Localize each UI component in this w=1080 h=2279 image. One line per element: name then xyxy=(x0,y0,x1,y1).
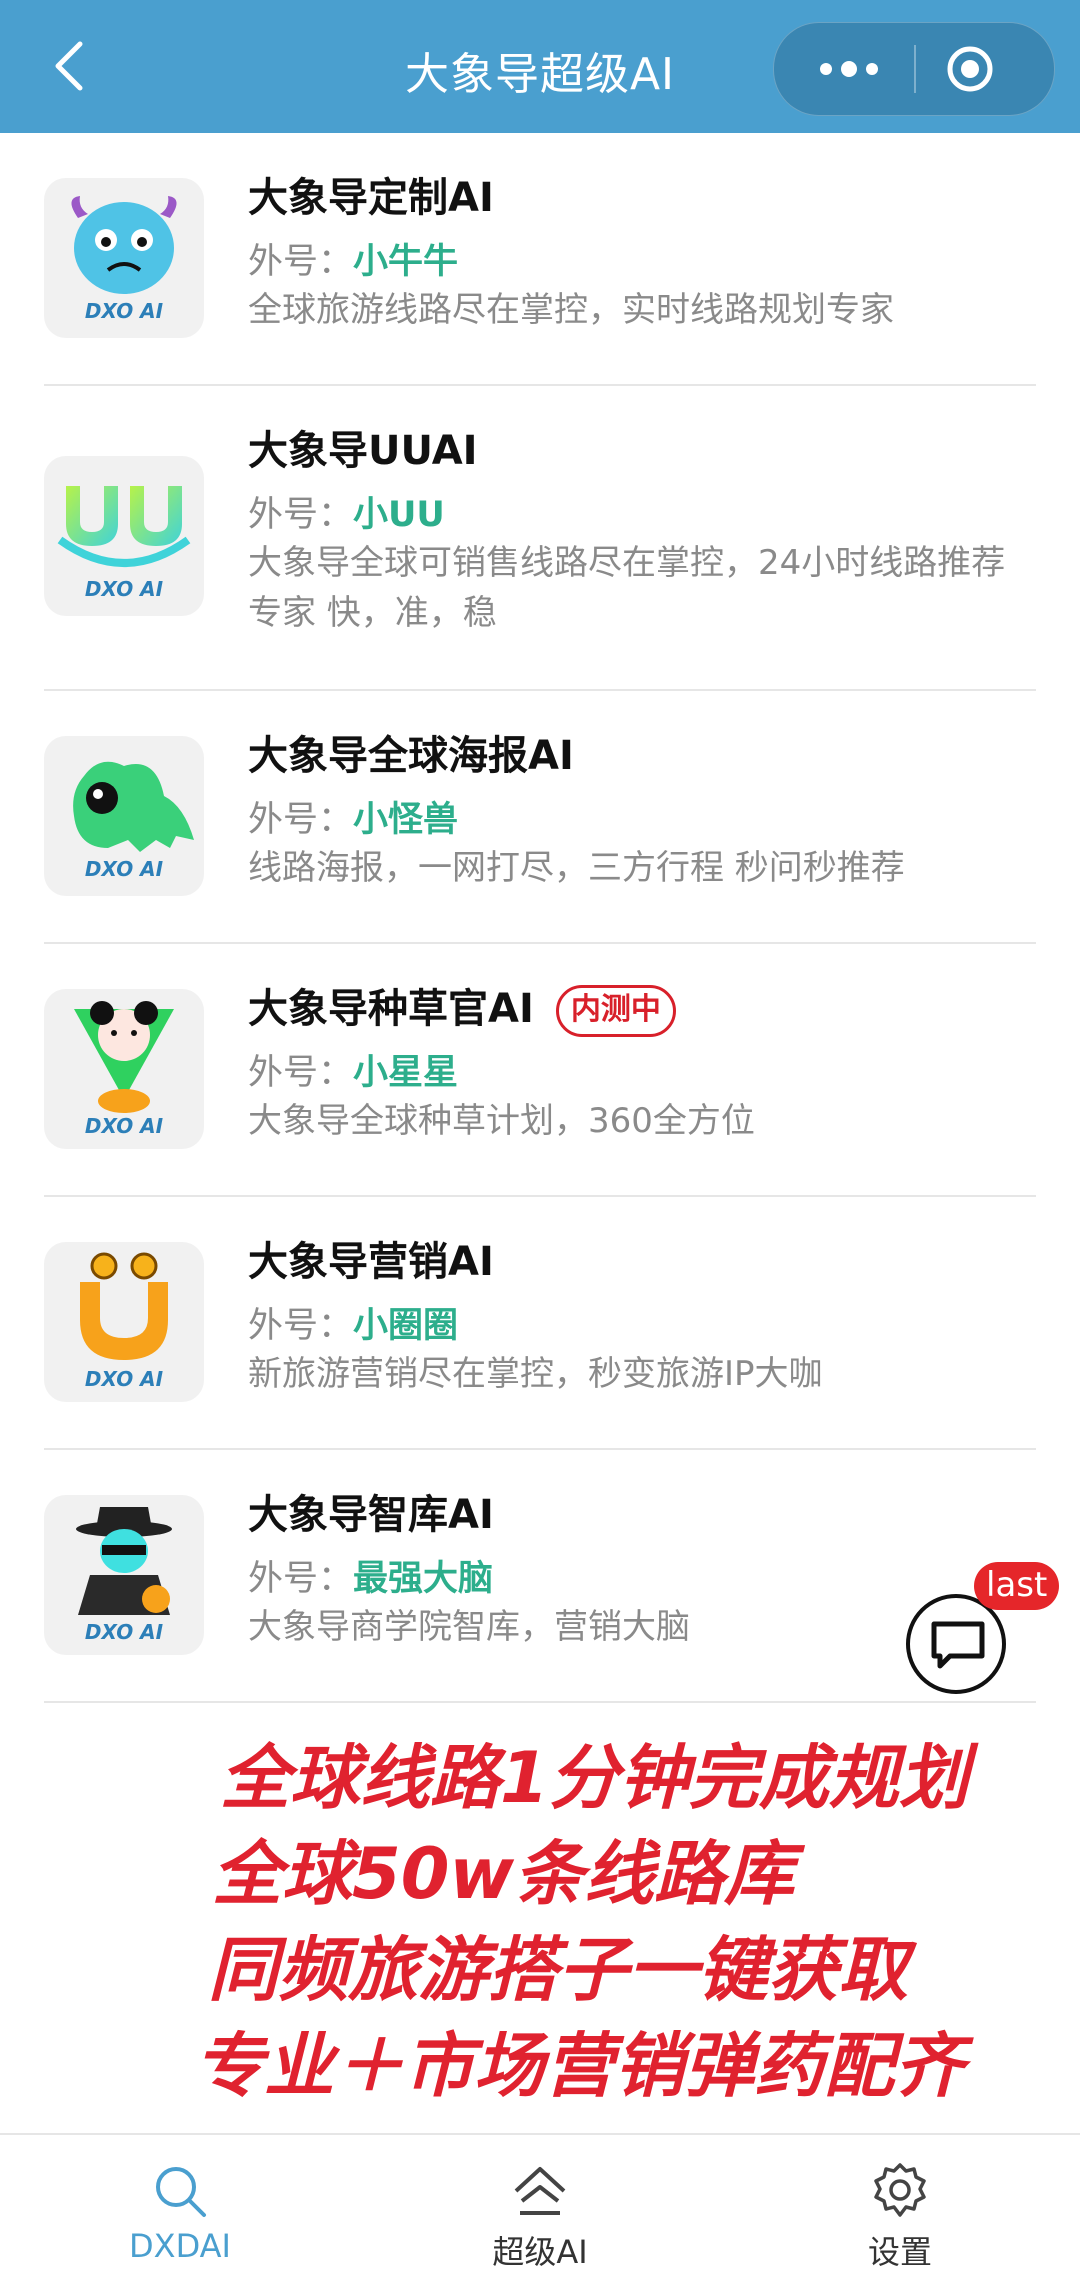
item-alias: 外号：小怪兽 xyxy=(248,800,459,840)
home-icon xyxy=(514,2167,566,2215)
avatar: DXO AI xyxy=(44,1495,204,1655)
item-description: 线路海报，一网打尽，三方行程 秒问秒推荐 xyxy=(248,848,905,888)
tab-label: 超级AI xyxy=(492,2233,588,2271)
divider xyxy=(44,1701,1036,1703)
svg-text:DXO AI: DXO AI xyxy=(85,577,164,601)
tab-dxdai[interactable]: DXDAI xyxy=(50,2135,310,2279)
svg-text:DXO AI: DXO AI xyxy=(85,1114,164,1138)
item-description: 大象导全球可销售线路尽在掌控，24小时线路推荐专家 快，准，稳 xyxy=(248,543,1006,633)
item-description: 大象导全球种草计划，360全方位 xyxy=(248,1101,755,1141)
item-name: 大象导UUAI xyxy=(248,428,478,474)
item-name: 大象导营销AI xyxy=(248,1239,494,1285)
promo-line: 同频旅游搭子一键获取 xyxy=(208,1929,908,2011)
svg-text:DXO AI: DXO AI xyxy=(85,1620,164,1644)
blue-monster-icon: DXO AI xyxy=(71,196,177,323)
promo-line: 专业＋市场营销弹药配齐 xyxy=(194,2025,964,2107)
item-name: 大象导全球海报AI xyxy=(248,733,574,779)
svg-text:DXO AI: DXO AI xyxy=(85,1367,164,1391)
mini-program-capsule xyxy=(773,22,1055,116)
item-alias: 外号：小圈圈 xyxy=(248,1306,459,1346)
gear-icon xyxy=(874,2163,926,2217)
orange-u-icon: DXO AI xyxy=(80,1252,168,1391)
avatar: DXO AI xyxy=(44,178,204,338)
svg-text:DXO AI: DXO AI xyxy=(85,299,164,323)
capsule-divider xyxy=(914,45,916,93)
tab-settings[interactable]: 设置 xyxy=(770,2135,1030,2279)
more-dots-icon[interactable] xyxy=(814,47,884,91)
list-item[interactable]: DXO AI 大象导定制AI 外号：小牛牛 全球旅游线路尽在掌控，实时线路规划专… xyxy=(0,133,1080,386)
svg-text:DXO AI: DXO AI xyxy=(85,857,164,881)
list-item[interactable]: DXO AI 大象导UUAI 外号：小UU 大象导全球可销售线路尽在掌控，24小… xyxy=(0,386,1080,691)
list-item[interactable]: DXO AI 大象导种草官AI 内测中 外号：小星星 大象导全球种草计划，360全… xyxy=(0,944,1080,1197)
item-description: 全球旅游线路尽在掌控，实时线路规划专家 xyxy=(248,290,894,330)
close-miniprogram-icon[interactable] xyxy=(946,45,994,93)
ai-agent-list: DXO AI 大象导定制AI 外号：小牛牛 全球旅游线路尽在掌控，实时线路规划专… xyxy=(0,133,1080,1703)
item-alias: 外号：小UU xyxy=(248,495,445,535)
search-icon xyxy=(156,2167,206,2217)
panda-pin-icon: DXO AI xyxy=(74,1001,174,1138)
item-alias: 外号：小牛牛 xyxy=(248,242,459,282)
item-alias: 外号：小星星 xyxy=(248,1053,459,1093)
item-name: 大象导定制AI xyxy=(248,175,494,221)
chat-bubble-icon xyxy=(931,1621,985,1669)
tab-label: DXDAI xyxy=(129,2227,231,2265)
last-badge: last xyxy=(974,1562,1060,1610)
promo-line: 全球50w条线路库 xyxy=(212,1833,795,1915)
tab-super-ai[interactable]: 超级AI xyxy=(410,2135,670,2279)
list-item[interactable]: DXO AI 大象导全球海报AI 外号：小怪兽 线路海报，一网打尽，三方行程 秒… xyxy=(0,691,1080,944)
promo-text: 全球线路1分钟完成规划 全球50w条线路库 同频旅游搭子一键获取 专业＋市场营销… xyxy=(194,1730,969,2114)
item-alias: 外号：最强大脑 xyxy=(248,1559,494,1599)
beta-badge: 内测中 xyxy=(555,985,676,1037)
promo-line: 全球线路1分钟完成规划 xyxy=(220,1737,969,1819)
nav-header: 大象导超级AI xyxy=(0,0,1080,133)
avatar: DXO AI xyxy=(44,989,204,1149)
uu-logo-icon: DXO AI xyxy=(57,486,191,601)
bottom-tab-bar: DXDAI 超级AI 设置 xyxy=(0,2133,1080,2279)
item-name: 大象导种草官AI 内测中 xyxy=(248,976,676,1037)
item-description: 新旅游营销尽在掌控，秒变旅游IP大咖 xyxy=(248,1354,823,1394)
item-name: 大象导智库AI xyxy=(248,1492,494,1538)
green-dinosaur-icon: DXO AI xyxy=(73,761,194,881)
detective-icon: DXO AI xyxy=(76,1507,172,1644)
list-item[interactable]: DXO AI 大象导营销AI 外号：小圈圈 新旅游营销尽在掌控，秒变旅游IP大咖 xyxy=(0,1197,1080,1450)
avatar: DXO AI xyxy=(44,1242,204,1402)
avatar: DXO AI xyxy=(44,456,204,616)
avatar: DXO AI xyxy=(44,736,204,896)
tab-label: 设置 xyxy=(867,2233,932,2271)
